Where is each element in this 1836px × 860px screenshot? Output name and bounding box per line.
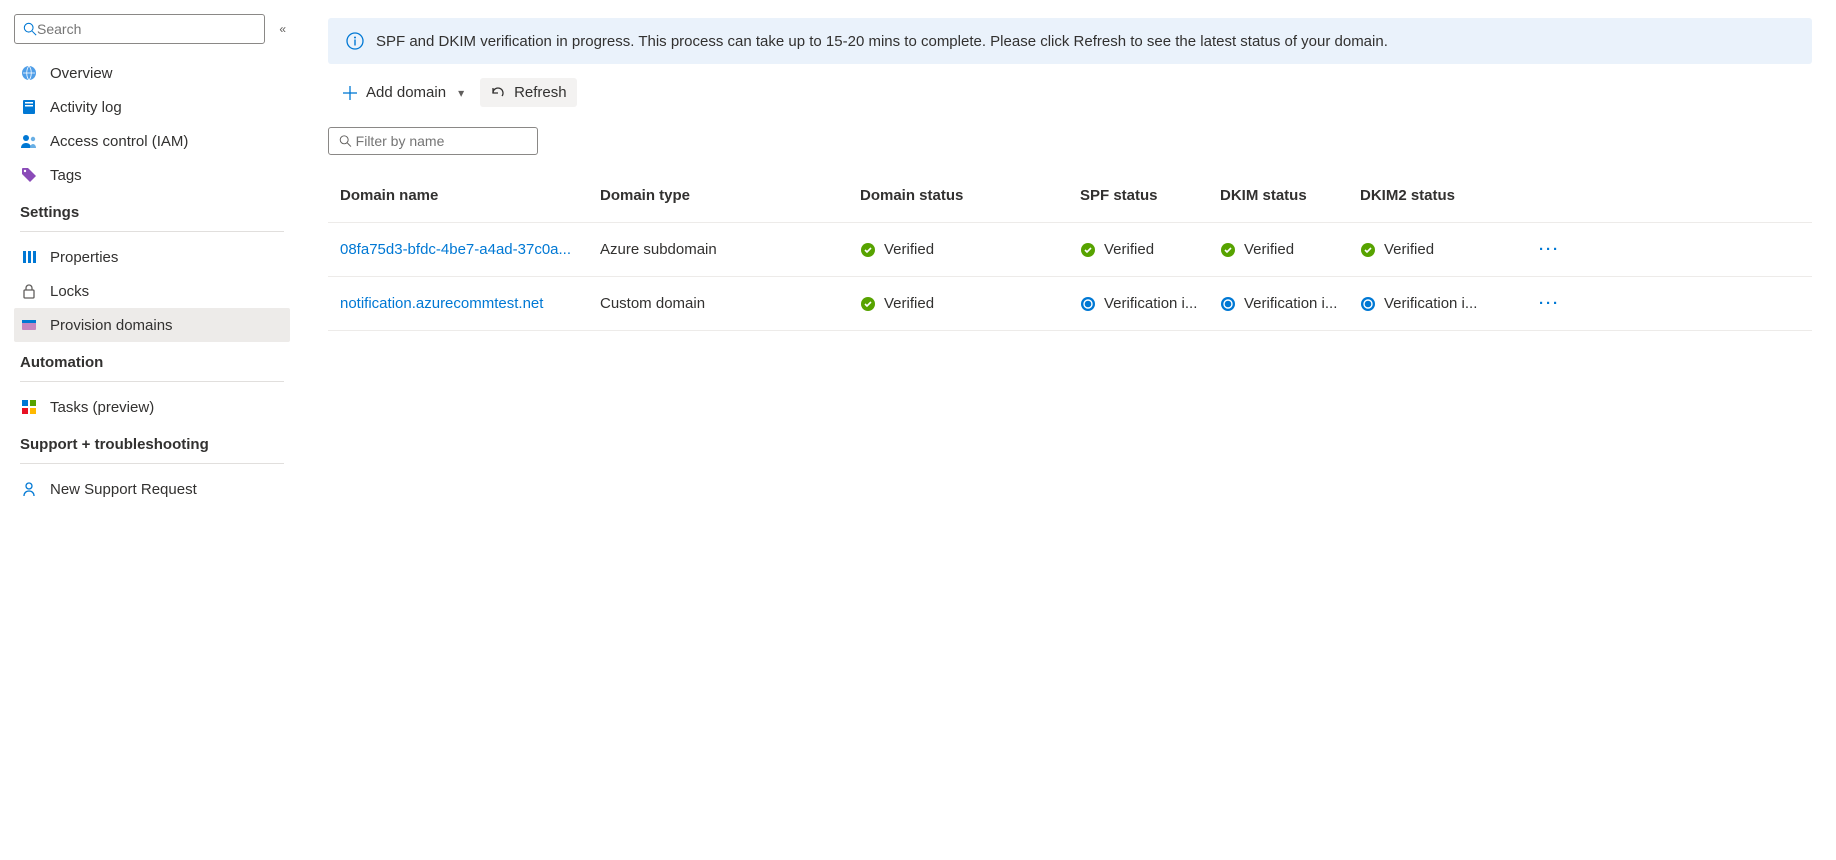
- row-more-button[interactable]: ···: [1500, 241, 1560, 258]
- sidebar-search-input[interactable]: [37, 21, 256, 37]
- main-content: SPF and DKIM verification in progress. T…: [304, 0, 1836, 860]
- domains-table: Domain name Domain type Domain status SP…: [328, 169, 1812, 331]
- world-icon: [20, 64, 38, 82]
- sidebar-item-locks[interactable]: Locks: [14, 274, 290, 308]
- sidebar-item-access-control[interactable]: Access control (IAM): [14, 124, 290, 158]
- domain-type: Azure subdomain: [600, 241, 860, 258]
- sidebar-item-tags[interactable]: Tags: [14, 158, 290, 192]
- dkim-status: Verification i...: [1220, 295, 1360, 312]
- col-domain-name: Domain name: [340, 187, 600, 204]
- sidebar-item-label: Tasks (preview): [50, 399, 154, 416]
- domain-type: Custom domain: [600, 295, 860, 312]
- sidebar-search[interactable]: [14, 14, 265, 44]
- banner-text: SPF and DKIM verification in progress. T…: [376, 33, 1388, 50]
- people-icon: [20, 132, 38, 150]
- add-domain-button[interactable]: Add domain ▾: [332, 78, 474, 107]
- sidebar-item-label: Overview: [50, 65, 113, 82]
- tasks-icon: [20, 398, 38, 416]
- domain-icon: [20, 316, 38, 334]
- info-banner: SPF and DKIM verification in progress. T…: [328, 18, 1812, 64]
- domain-status: Verified: [860, 295, 1080, 312]
- divider: [20, 381, 284, 382]
- sidebar-item-tasks[interactable]: Tasks (preview): [14, 390, 290, 424]
- table-row: notification.azurecommtest.netCustom dom…: [328, 277, 1812, 331]
- book-icon: [20, 98, 38, 116]
- add-domain-label: Add domain: [366, 84, 446, 101]
- col-dkim-status: DKIM status: [1220, 187, 1360, 204]
- dkim2-status: Verified: [1360, 241, 1500, 258]
- col-dkim2-status: DKIM2 status: [1360, 187, 1500, 204]
- tag-icon: [20, 166, 38, 184]
- table-header: Domain name Domain type Domain status SP…: [328, 169, 1812, 223]
- domain-name-link[interactable]: notification.azurecommtest.net: [340, 295, 600, 312]
- spf-status: Verification i...: [1080, 295, 1220, 312]
- filter-input[interactable]: [356, 133, 527, 149]
- divider: [20, 231, 284, 232]
- search-icon: [339, 134, 352, 148]
- sidebar-item-provision-domains[interactable]: Provision domains: [14, 308, 290, 342]
- table-row: 08fa75d3-bfdc-4be7-a4ad-37c0a...Azure su…: [328, 223, 1812, 277]
- refresh-button[interactable]: Refresh: [480, 78, 577, 107]
- collapse-sidebar-icon[interactable]: «: [275, 18, 290, 40]
- filter-box[interactable]: [328, 127, 538, 155]
- sidebar-item-properties[interactable]: Properties: [14, 240, 290, 274]
- row-more-button[interactable]: ···: [1500, 295, 1560, 312]
- refresh-icon: [490, 85, 506, 101]
- sidebar-item-activity-log[interactable]: Activity log: [14, 90, 290, 124]
- sidebar-section-settings: Settings: [0, 192, 304, 227]
- dkim-status: Verified: [1220, 241, 1360, 258]
- plus-icon: [342, 85, 358, 101]
- sidebar-item-label: Locks: [50, 283, 89, 300]
- sidebar-item-label: New Support Request: [50, 481, 197, 498]
- sidebar-section-automation: Automation: [0, 342, 304, 377]
- sidebar-item-new-support-request[interactable]: New Support Request: [14, 472, 290, 506]
- sidebar-section-support: Support + troubleshooting: [0, 424, 304, 459]
- spf-status: Verified: [1080, 241, 1220, 258]
- sidebar: « Overview Activity log Access control (…: [0, 0, 304, 860]
- sidebar-item-label: Tags: [50, 167, 82, 184]
- toolbar: Add domain ▾ Refresh: [328, 64, 1812, 123]
- refresh-label: Refresh: [514, 84, 567, 101]
- sidebar-item-label: Activity log: [50, 99, 122, 116]
- support-icon: [20, 480, 38, 498]
- domain-status: Verified: [860, 241, 1080, 258]
- sidebar-item-label: Access control (IAM): [50, 133, 188, 150]
- sidebar-item-label: Provision domains: [50, 317, 173, 334]
- divider: [20, 463, 284, 464]
- col-domain-status: Domain status: [860, 187, 1080, 204]
- sidebar-item-overview[interactable]: Overview: [14, 56, 290, 90]
- properties-icon: [20, 248, 38, 266]
- search-icon: [23, 22, 37, 36]
- dkim2-status: Verification i...: [1360, 295, 1500, 312]
- lock-icon: [20, 282, 38, 300]
- info-icon: [346, 32, 364, 50]
- col-domain-type: Domain type: [600, 187, 860, 204]
- domain-name-link[interactable]: 08fa75d3-bfdc-4be7-a4ad-37c0a...: [340, 241, 600, 258]
- col-spf-status: SPF status: [1080, 187, 1220, 204]
- chevron-down-icon: ▾: [454, 86, 464, 100]
- sidebar-item-label: Properties: [50, 249, 118, 266]
